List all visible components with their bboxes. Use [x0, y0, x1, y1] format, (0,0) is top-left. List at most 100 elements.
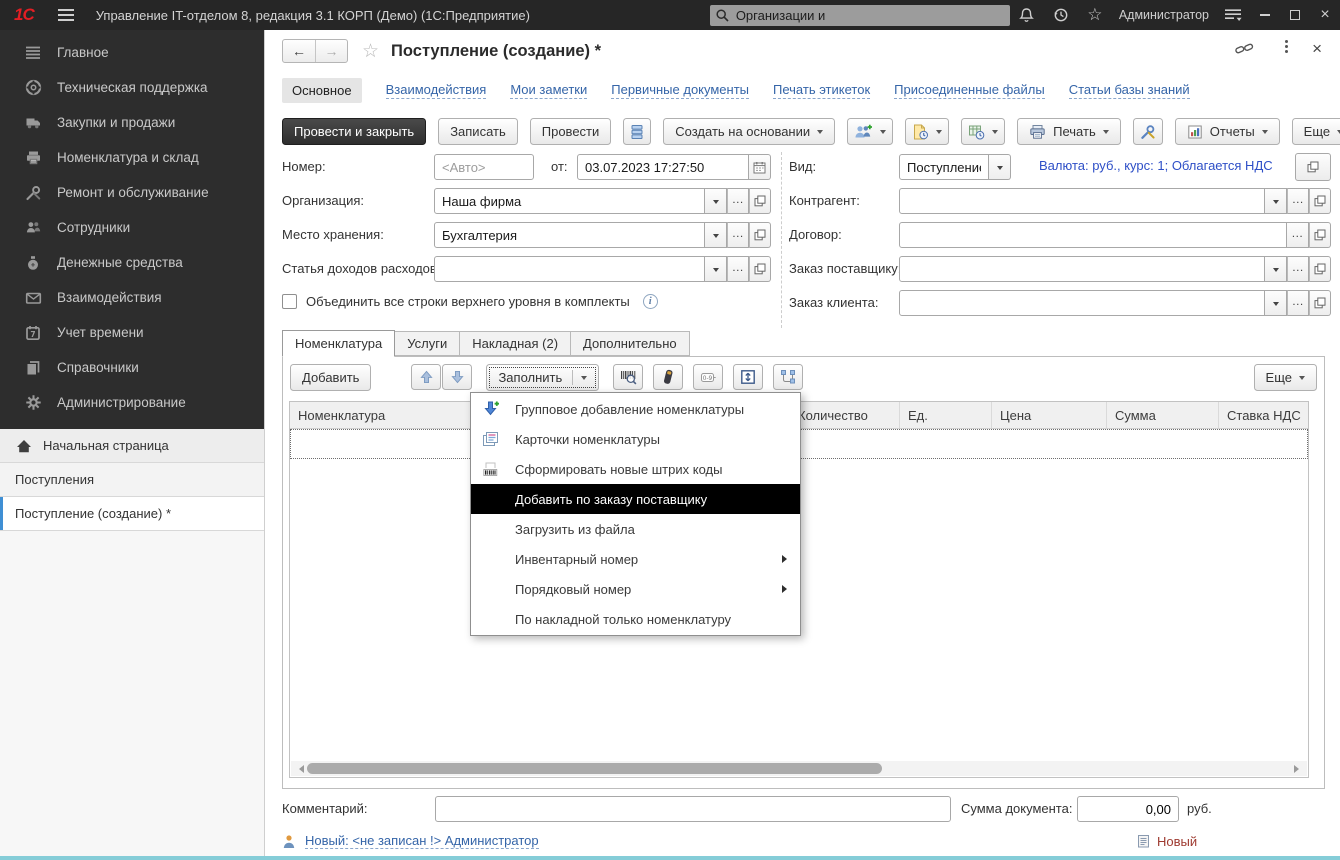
minimize-button[interactable] — [1250, 0, 1280, 30]
save-button[interactable]: Записать — [438, 118, 518, 145]
organization-open-button[interactable] — [749, 188, 771, 214]
schedule-button[interactable] — [961, 118, 1005, 145]
scroll-left-icon[interactable] — [295, 765, 304, 773]
scroll-right-icon[interactable] — [1294, 765, 1303, 773]
global-search[interactable] — [710, 5, 1010, 26]
number-range-button[interactable]: 0-9 — [693, 364, 723, 390]
add-row-button[interactable]: Добавить — [290, 364, 371, 391]
notifications-bell-icon[interactable] — [1010, 0, 1044, 30]
assign-responsible-button[interactable] — [847, 118, 893, 145]
storage-choose-button[interactable]: … — [727, 222, 749, 248]
client-order-dropdown-button[interactable] — [1265, 290, 1287, 316]
organization-dropdown-button[interactable] — [705, 188, 727, 214]
currency-open-button[interactable] — [1295, 153, 1331, 181]
current-user[interactable]: Администратор — [1119, 8, 1209, 22]
menu-item-new-barcodes[interactable]: Сформировать новые штрих коды — [471, 454, 800, 484]
more-button[interactable]: Еще — [1292, 118, 1340, 145]
forward-button[interactable]: → — [315, 40, 347, 62]
history-icon[interactable] — [1044, 0, 1078, 30]
organization-input[interactable] — [434, 188, 705, 214]
sidebar-item-purchases-sales[interactable]: Закупки и продажи — [0, 105, 264, 140]
sidebar-item-maintenance[interactable]: Ремонт и обслуживание — [0, 175, 264, 210]
link-print-labels[interactable]: Печать этикеток — [773, 82, 870, 99]
sidebar-item-employees[interactable]: Сотрудники — [0, 210, 264, 245]
hamburger-menu-icon[interactable] — [58, 9, 74, 21]
back-button[interactable]: ← — [283, 40, 315, 62]
menu-item-group-add[interactable]: Групповое добавление номенклатуры — [471, 394, 800, 424]
storage-open-button[interactable] — [749, 222, 771, 248]
document-structure-button[interactable] — [623, 118, 651, 145]
menu-item-sequence-number[interactable]: Порядковый номер — [471, 574, 800, 604]
sidebar-item-money[interactable]: Денежные средства — [0, 245, 264, 280]
link-interactions[interactable]: Взаимодействия — [386, 82, 487, 99]
document-status-link[interactable]: Новый: <не записан !> Администратор — [305, 833, 539, 849]
client-order-input[interactable] — [899, 290, 1265, 316]
get-link-icon[interactable] — [1235, 42, 1254, 56]
reports-button[interactable]: Отчеты — [1175, 118, 1280, 145]
calendar-picker-button[interactable] — [749, 154, 771, 180]
menu-item-nomenclature-cards[interactable]: Карточки номенклатуры — [471, 424, 800, 454]
barcode-search-button[interactable] — [613, 364, 643, 390]
expense-item-input[interactable] — [434, 256, 705, 282]
link-my-notes[interactable]: Мои заметки — [510, 82, 587, 99]
add-to-favorites-star-icon[interactable]: ☆ — [362, 40, 379, 63]
storage-input[interactable] — [434, 222, 705, 248]
date-input[interactable] — [577, 154, 749, 180]
tab-nomenclature[interactable]: Номенклатура — [282, 330, 395, 357]
supplier-order-dropdown-button[interactable] — [1265, 256, 1287, 282]
currency-terms-link[interactable]: Валюта: руб., курс: 1; Облагается НДС — [1039, 158, 1273, 173]
client-order-choose-button[interactable]: … — [1287, 290, 1309, 316]
expense-open-button[interactable] — [749, 256, 771, 282]
contract-open-button[interactable] — [1309, 222, 1331, 248]
menu-item-inventory-number[interactable]: Инвентарный номер — [471, 544, 800, 574]
sidebar-item-main[interactable]: Главное — [0, 35, 264, 70]
maximize-button[interactable] — [1280, 0, 1310, 30]
number-input[interactable] — [434, 154, 534, 180]
service-tools-button[interactable] — [1133, 118, 1163, 145]
kind-input[interactable] — [899, 154, 989, 180]
supplier-order-choose-button[interactable]: … — [1287, 256, 1309, 282]
create-task-button[interactable] — [905, 118, 949, 145]
expense-choose-button[interactable]: … — [727, 256, 749, 282]
expense-dropdown-button[interactable] — [705, 256, 727, 282]
contractor-input[interactable] — [899, 188, 1265, 214]
nav-home-page[interactable]: Начальная страница — [0, 429, 264, 463]
storage-dropdown-button[interactable] — [705, 222, 727, 248]
more-actions-icon[interactable] — [1285, 40, 1288, 53]
sidebar-item-time-tracking[interactable]: 7 Учет времени — [0, 315, 264, 350]
supplier-order-input[interactable] — [899, 256, 1265, 282]
supplier-order-open-button[interactable] — [1309, 256, 1331, 282]
sidebar-item-references[interactable]: Справочники — [0, 350, 264, 385]
combine-rows-checkbox[interactable] — [282, 294, 297, 309]
contract-choose-button[interactable]: … — [1287, 222, 1309, 248]
close-window-button[interactable]: × — [1310, 0, 1340, 30]
contractor-dropdown-button[interactable] — [1265, 188, 1287, 214]
menu-item-load-from-file[interactable]: Загрузить из файла — [471, 514, 800, 544]
tab-services[interactable]: Услуги — [394, 331, 460, 356]
search-input[interactable] — [734, 7, 1004, 24]
menu-item-invoice-nomenclature-only[interactable]: По накладной только номенклатуру — [471, 604, 800, 634]
favorites-star-icon[interactable]: ☆ — [1078, 0, 1112, 30]
move-up-button[interactable] — [411, 364, 441, 390]
hierarchy-button[interactable] — [773, 364, 803, 390]
scrollbar-thumb[interactable] — [307, 763, 882, 774]
sidebar-item-inventory[interactable]: Номенклатура и склад — [0, 140, 264, 175]
horizontal-scrollbar[interactable] — [291, 761, 1307, 776]
close-document-icon[interactable]: × — [1312, 42, 1322, 56]
contractor-open-button[interactable] — [1309, 188, 1331, 214]
print-button[interactable]: Печать — [1017, 118, 1121, 145]
doc-sum-input[interactable] — [1077, 796, 1179, 822]
nav-tab-receipt-new-active[interactable]: Поступление (создание) * — [0, 497, 264, 531]
service-menu-icon[interactable] — [1216, 0, 1250, 30]
tab-additional[interactable]: Дополнительно — [570, 331, 690, 356]
tab-invoice[interactable]: Накладная (2) — [459, 331, 571, 356]
post-and-close-button[interactable]: Провести и закрыть — [282, 118, 426, 145]
scanner-button[interactable] — [653, 364, 683, 390]
link-primary-documents[interactable]: Первичные документы — [611, 82, 749, 99]
fill-button[interactable]: Заполнить — [486, 364, 599, 391]
kind-dropdown-button[interactable] — [989, 154, 1011, 180]
create-based-on-button[interactable]: Создать на основании — [663, 118, 835, 145]
link-knowledge-base[interactable]: Статьи базы знаний — [1069, 82, 1190, 99]
link-attached-files[interactable]: Присоединенные файлы — [894, 82, 1045, 99]
contractor-choose-button[interactable]: … — [1287, 188, 1309, 214]
